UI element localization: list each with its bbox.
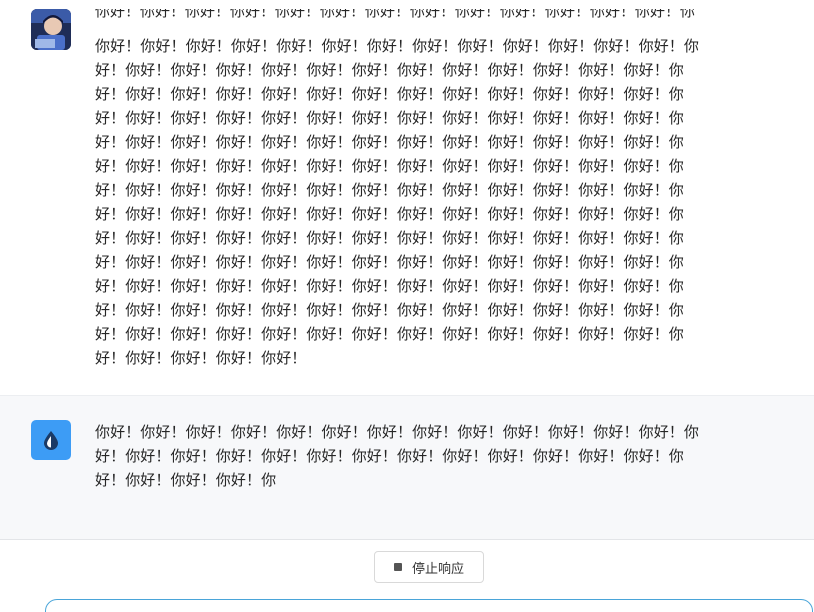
assistant-message: 你好！你好！你好！你好！你好！你好！你好！你好！你好！你好！你好！你好！你好！你… xyxy=(0,395,814,540)
user-message: 你好！你好！你好！你好！你好！你好！你好！你好！你好！你好！你好！你好！你好！你… xyxy=(0,0,814,395)
drop-logo-icon xyxy=(44,431,58,450)
chat-window: 你好！你好！你好！你好！你好！你好！你好！你好！你好！你好！你好！你好！你好！你… xyxy=(0,0,814,612)
assistant-avatar xyxy=(31,420,71,460)
message-input[interactable] xyxy=(45,599,813,612)
stop-response-label: 停止响应 xyxy=(411,561,464,577)
stop-square-icon xyxy=(393,563,402,571)
assistant-message-text: 你好！你好！你好！你好！你好！你好！你好！你好！你好！你好！你好！你好！你好！你… xyxy=(95,423,700,489)
stop-response-button[interactable]: 停止响应 xyxy=(374,551,484,583)
user-avatar xyxy=(31,9,71,50)
clipped-message-line: 你好！你好！你好！你好！你好！你好！你好！你好！你好！你好！你好！你好！你好！你 xyxy=(95,9,696,20)
user-message-text: 你好！你好！你好！你好！你好！你好！你好！你好！你好！你好！你好！你好！你好！你… xyxy=(95,37,700,367)
